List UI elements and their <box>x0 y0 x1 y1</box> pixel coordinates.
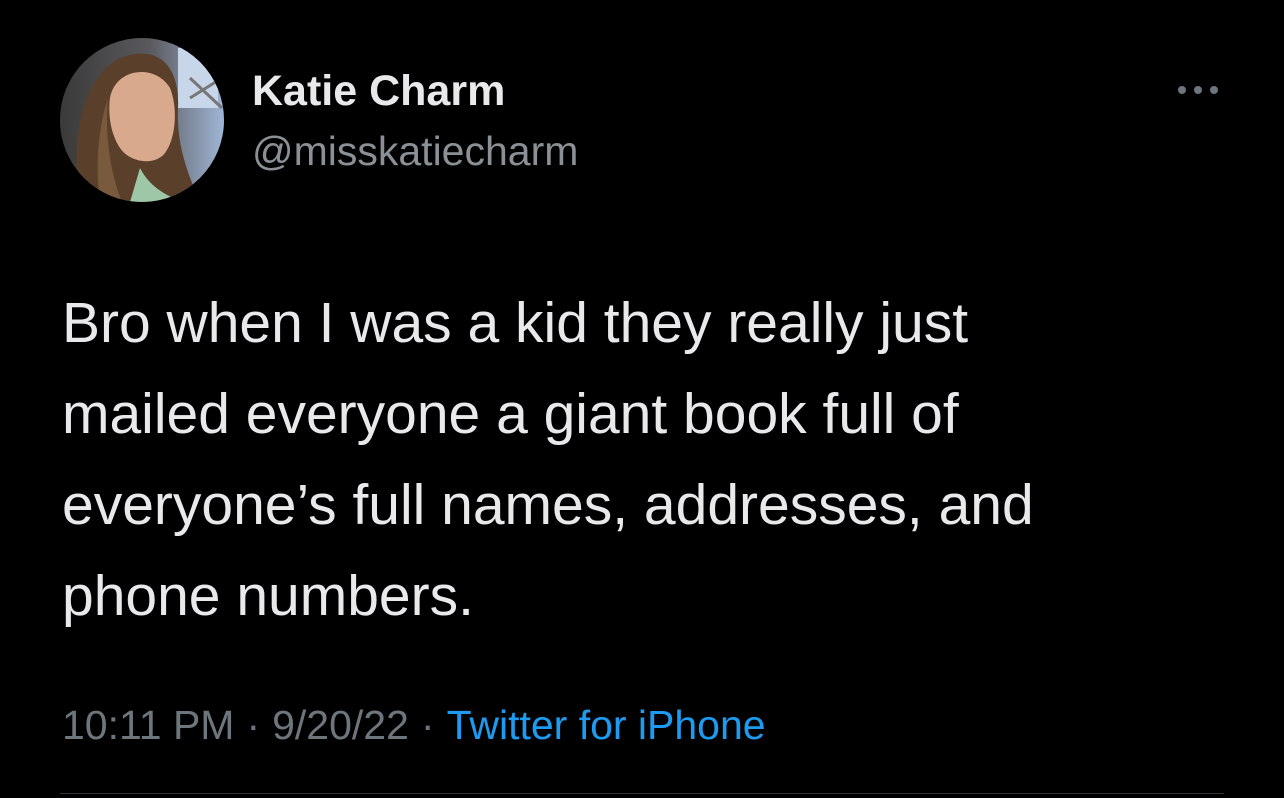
tweet-text-line: phone numbers. <box>62 564 474 628</box>
avatar[interactable] <box>60 38 224 202</box>
tweet-source-link[interactable]: Twitter for iPhone <box>447 702 766 748</box>
more-options-button[interactable] <box>1168 72 1228 108</box>
tweet-text-line: mailed everyone a giant book full of <box>62 382 959 446</box>
tweet-text-line: Bro when I was a kid they really just <box>62 291 969 355</box>
avatar-photo-icon <box>60 38 224 202</box>
separator-dot: · <box>420 702 435 748</box>
tweet-date[interactable]: 9/20/22 <box>272 702 409 748</box>
author-display-name[interactable]: Katie Charm <box>252 66 505 116</box>
tweet-text: Bro when I was a kid they really just ma… <box>62 278 1242 642</box>
tweet-metadata: 10:11 PM · 9/20/22 · Twitter for iPhone <box>62 698 766 752</box>
tweet-card: Katie Charm @misskatiecharm Bro when I w… <box>0 0 1284 798</box>
tweet-time[interactable]: 10:11 PM <box>62 702 234 748</box>
tweet-text-line: everyone’s full names, addresses, and <box>62 473 1034 537</box>
divider <box>60 793 1224 794</box>
author-handle[interactable]: @misskatiecharm <box>252 126 578 176</box>
separator-dot: · <box>246 702 261 748</box>
more-options-icon <box>1178 86 1218 94</box>
